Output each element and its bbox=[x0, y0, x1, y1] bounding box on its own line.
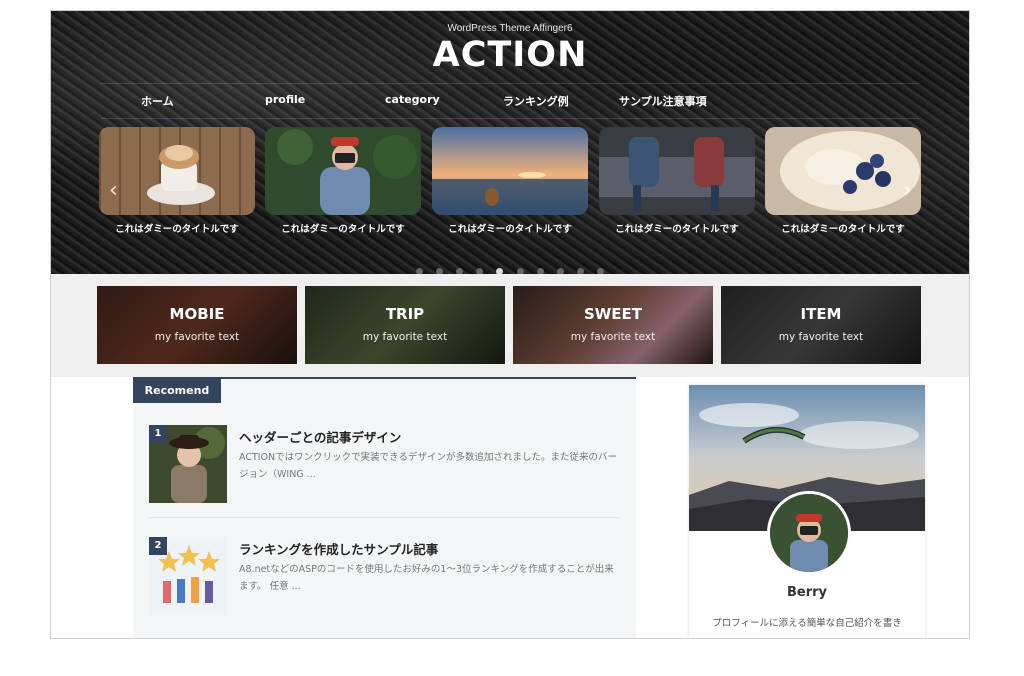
category-title: TRIP bbox=[385, 305, 425, 323]
category-title: MOBIE bbox=[169, 305, 225, 323]
slide-card[interactable]: これはダミーのタイトルです bbox=[432, 127, 588, 235]
profile-name: Berry bbox=[786, 585, 828, 600]
nav-item-notes[interactable]: サンプル注意事項 bbox=[619, 93, 707, 109]
nav-item-home[interactable]: ホーム bbox=[141, 93, 174, 109]
slide-image-blueberries bbox=[765, 127, 921, 215]
slide-title[interactable]: これはダミーのタイトルです bbox=[765, 221, 921, 235]
category-title: ITEM bbox=[800, 305, 842, 323]
recommend-thumbnail[interactable]: 1 bbox=[149, 425, 227, 503]
slide-title[interactable]: これはダミーのタイトルです bbox=[432, 221, 588, 235]
slide-title[interactable]: これはダミーのタイトルです bbox=[99, 221, 255, 235]
rank-badge: 2 bbox=[149, 537, 167, 555]
recommend-item[interactable]: 1 ヘッダーごとの記事デザイン ACTIONではワンクリックで実装できるデザイン… bbox=[149, 425, 619, 521]
recommend-label: Recomend bbox=[133, 379, 221, 403]
slide-card[interactable]: これはダミーのタイトルです bbox=[265, 127, 421, 235]
profile-avatar[interactable] bbox=[767, 491, 851, 575]
rank-badge: 1 bbox=[149, 425, 167, 443]
nav-item-category[interactable]: category bbox=[385, 93, 440, 106]
site-logo[interactable]: ACTION bbox=[51, 35, 969, 75]
nav-item-ranking[interactable]: ランキング例 bbox=[503, 93, 569, 109]
category-banners: MOBIE my favorite text TRIP my favorite … bbox=[51, 274, 969, 377]
slide-image-couple bbox=[599, 127, 755, 215]
slide-card[interactable]: これはダミーのタイトルです bbox=[599, 127, 755, 235]
recommend-item[interactable]: 2 ランキングを作成したサンプル記事 A8.netなどのASPのコードを使用した… bbox=[149, 537, 619, 633]
divider bbox=[149, 517, 619, 518]
slider-pagination bbox=[51, 260, 969, 274]
slider-prev-icon[interactable]: ‹ bbox=[109, 178, 118, 203]
category-title: SWEET bbox=[583, 305, 643, 323]
slide-title[interactable]: これはダミーのタイトルです bbox=[265, 221, 421, 235]
slide-image-coffee bbox=[99, 127, 255, 215]
recommend-excerpt: ACTIONではワンクリックで実装できるデザインが多数追加されました。また従来の… bbox=[239, 452, 617, 480]
site-subtitle: WordPress Theme Affinger6 bbox=[447, 23, 573, 34]
slider-next-icon[interactable]: › bbox=[903, 178, 912, 203]
category-banner-trip[interactable]: TRIP my favorite text bbox=[305, 286, 505, 364]
nav-item-profile[interactable]: profile bbox=[265, 93, 305, 106]
category-banner-item[interactable]: ITEM my favorite text bbox=[721, 286, 921, 364]
global-nav: ホーム profile category ランキング例 サンプル注意事項 bbox=[101, 83, 919, 119]
hero-header: WordPress Theme Affinger6 ACTION ホーム pro… bbox=[51, 11, 969, 274]
slide-image-camera-girl bbox=[265, 127, 421, 215]
recommend-title[interactable]: ランキングを作成したサンプル記事 bbox=[239, 539, 438, 558]
slide-title[interactable]: これはダミーのタイトルです bbox=[599, 221, 755, 235]
recommend-excerpt: A8.netなどのASPのコードを使用したお好みの1〜3位ランキングを作成するこ… bbox=[239, 564, 614, 592]
slide-card[interactable]: これはダミーのタイトルです bbox=[99, 127, 255, 235]
recommend-section: Recomend 1 ヘッダーごとの記事デザイン ACTIONではワンクリックで… bbox=[133, 377, 636, 638]
category-subtitle: my favorite text bbox=[362, 331, 448, 343]
slide-image-beach-dog bbox=[432, 127, 588, 215]
category-banner-mobie[interactable]: MOBIE my favorite text bbox=[97, 286, 297, 364]
profile-description: プロフィールに添える簡単な自己紹介を書き bbox=[712, 618, 902, 629]
category-subtitle: my favorite text bbox=[570, 331, 656, 343]
recommend-title[interactable]: ヘッダーごとの記事デザイン bbox=[239, 427, 401, 446]
category-banner-sweet[interactable]: SWEET my favorite text bbox=[513, 286, 713, 364]
category-subtitle: my favorite text bbox=[778, 331, 864, 343]
slide-card[interactable]: これはダミーのタイトルです bbox=[765, 127, 921, 235]
post-slider: これはダミーのタイトルです これはダミーのタイトルです これはダミーのタイトルで… bbox=[51, 123, 969, 274]
profile-card: Berry プロフィールに添える簡単な自己紹介を書き bbox=[689, 385, 925, 638]
page-frame: WordPress Theme Affinger6 ACTION ホーム pro… bbox=[50, 10, 970, 639]
category-subtitle: my favorite text bbox=[154, 331, 240, 343]
recommend-thumbnail[interactable]: 2 bbox=[149, 537, 227, 615]
